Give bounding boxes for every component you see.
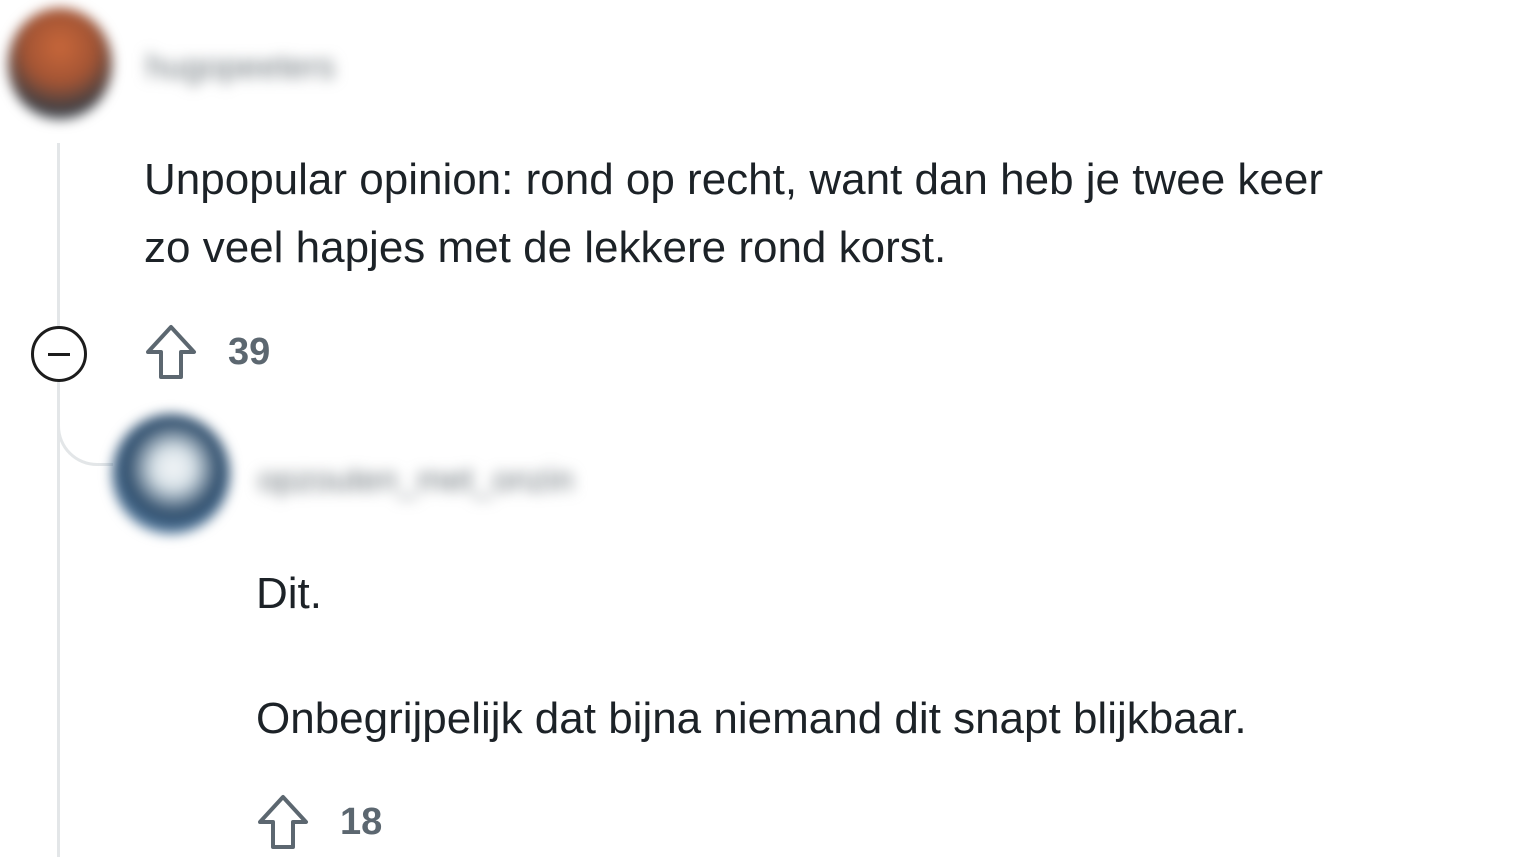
reply-connector-line xyxy=(57,380,113,466)
comment-body-line: Unpopular opinion: rond op recht, want d… xyxy=(144,155,1323,204)
collapse-thread-button[interactable] xyxy=(31,326,87,382)
avatar[interactable] xyxy=(8,8,112,120)
upvote-count: 39 xyxy=(228,330,271,373)
upvote-count: 18 xyxy=(340,800,383,843)
comment-author[interactable]: hugopeeters xyxy=(146,48,335,87)
thread-line xyxy=(57,143,60,857)
reply-author[interactable]: opzouten_met_onzin xyxy=(258,461,574,500)
comment-body-line: zo veel hapjes met de lekkere rond korst… xyxy=(144,223,947,272)
minus-icon xyxy=(48,353,70,356)
reply-avatar[interactable] xyxy=(112,414,230,534)
comment-body: Unpopular opinion: rond op recht, want d… xyxy=(144,146,1323,282)
vote-bar: 39 xyxy=(144,322,270,382)
upvote-icon[interactable] xyxy=(256,793,310,851)
reply-body-line: Dit. xyxy=(256,569,322,618)
reply-body-line: Onbegrijpelijk dat bijna niemand dit sna… xyxy=(256,694,1247,743)
upvote-icon[interactable] xyxy=(144,323,198,381)
reply-vote-bar: 18 xyxy=(256,792,382,852)
